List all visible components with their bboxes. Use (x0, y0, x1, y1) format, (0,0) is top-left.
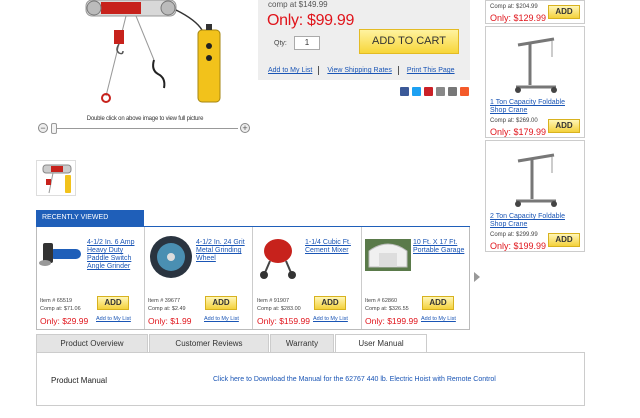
recent-item: 1-1/4 Cubic Ft. Cement Mixer Item # 9190… (254, 227, 362, 329)
product-thumbnail[interactable] (36, 160, 76, 196)
recent-item-name[interactable]: 4-1/2 In. 6 Amp Heavy Duty Paddle Switch… (87, 239, 143, 271)
related-item-card: Comp at: $204.99 Only: $129.99 ADD (485, 0, 585, 24)
tab-warranty[interactable]: Warranty (270, 334, 334, 352)
recent-item-price: Only: $159.99 (257, 316, 310, 326)
divider (397, 66, 399, 75)
recent-item-name[interactable]: 10 Ft. X 17 Ft. Portable Garage (413, 239, 469, 255)
related-item-name[interactable]: 2 Ton Capacity Foldable Shop Crane (490, 213, 574, 229)
related-sale-price: Only: $129.99 (490, 13, 547, 23)
qty-label: Qty: (274, 40, 287, 47)
tab-user-manual[interactable]: User Manual (335, 334, 427, 353)
product-action-links: Add to My List View Shipping Rates Print T… (268, 66, 461, 75)
product-manual-label: Product Manual (51, 376, 108, 385)
cement-mixer-image[interactable] (256, 235, 302, 279)
related-comp-price: Comp at: $299.99 (490, 232, 538, 238)
add-button[interactable]: ADD (548, 5, 580, 19)
recent-item-number: Item # 91907 (257, 298, 290, 304)
tab-customer-reviews[interactable]: Customer Reviews (149, 334, 269, 352)
related-sale-price: Only: $179.99 (490, 127, 547, 137)
add-to-my-list-link[interactable]: Add to My List (96, 316, 131, 322)
twitter-icon[interactable] (412, 87, 421, 96)
comp-price: comp at $149.99 (268, 0, 328, 9)
portable-garage-image[interactable] (365, 239, 411, 271)
related-comp-price: Comp at: $204.99 (490, 4, 538, 10)
add-to-cart-button[interactable]: ADD TO CART (359, 29, 459, 54)
recent-item-comp: Comp at: $326.55 (365, 306, 409, 312)
zoom-slider-handle[interactable] (51, 123, 57, 134)
add-button[interactable]: ADD (314, 296, 346, 310)
recent-item-comp: Comp at: $283.00 (257, 306, 301, 312)
shop-crane-image[interactable] (508, 35, 564, 95)
email-icon[interactable] (436, 87, 445, 96)
add-to-my-list-link[interactable]: Add to My List (268, 67, 312, 74)
recent-item-number: Item # 39677 (148, 298, 181, 304)
recent-item: 4-1/2 In. 24 Grit Metal Grinding Wheel I… (145, 227, 253, 329)
related-item-name[interactable]: 1 Ton Capacity Foldable Shop Crane (490, 99, 574, 115)
recent-item-price: Only: $1.99 (148, 316, 192, 326)
zoom-in-button[interactable]: + (240, 123, 250, 133)
related-item-card: 2 Ton Capacity Foldable Shop Crane Comp … (485, 140, 585, 252)
recently-viewed-title: RECENTLY VIEWED (36, 210, 144, 226)
recent-item-price: Only: $29.99 (40, 316, 89, 326)
add-to-my-list-link[interactable]: Add to My List (421, 316, 456, 322)
add-button[interactable]: ADD (548, 119, 580, 133)
tab-product-overview[interactable]: Product Overview (36, 334, 148, 352)
grinding-wheel-image[interactable] (147, 235, 193, 279)
hoist-thumbnail-image (42, 164, 72, 194)
view-shipping-rates-link[interactable]: View Shipping Rates (327, 67, 391, 74)
angle-grinder-image[interactable] (39, 237, 85, 271)
zoom-out-button[interactable]: − (38, 123, 48, 133)
zoom-caption: Double click on above image to view full… (86, 116, 204, 122)
shop-crane-image[interactable] (508, 149, 564, 209)
recent-item-comp: Comp at: $71.06 (40, 306, 81, 312)
recent-item-comp: Comp at: $2.49 (148, 306, 186, 312)
divider (318, 66, 320, 75)
related-comp-price: Comp at: $269.00 (490, 118, 538, 124)
related-sale-price: Only: $199.99 (490, 241, 547, 251)
recent-item-name[interactable]: 1-1/4 Cubic Ft. Cement Mixer (305, 239, 361, 255)
add-to-my-list-link[interactable]: Add to My List (204, 316, 239, 322)
download-manual-link[interactable]: Click here to Download the Manual for th… (213, 376, 496, 383)
more-share-icon[interactable] (460, 87, 469, 96)
recent-item-price: Only: $199.99 (365, 316, 418, 326)
electric-hoist-image (36, 0, 248, 106)
recent-item-number: Item # 65519 (40, 298, 73, 304)
next-arrow-icon[interactable] (474, 272, 480, 282)
product-main-image[interactable] (36, 0, 248, 106)
pinterest-icon[interactable] (424, 87, 433, 96)
recent-item: 4-1/2 In. 6 Amp Heavy Duty Paddle Switch… (37, 227, 145, 329)
print-icon[interactable] (448, 87, 457, 96)
zoom-slider-track[interactable] (52, 128, 238, 129)
add-to-my-list-link[interactable]: Add to My List (313, 316, 348, 322)
add-button[interactable]: ADD (205, 296, 237, 310)
related-item-card: 1 Ton Capacity Foldable Shop Crane Comp … (485, 26, 585, 138)
add-button[interactable]: ADD (422, 296, 454, 310)
recent-item-number: Item # 62860 (365, 298, 398, 304)
qty-input[interactable]: 1 (294, 36, 320, 50)
recent-item-name[interactable]: 4-1/2 In. 24 Grit Metal Grinding Wheel (196, 239, 252, 263)
print-this-page-link[interactable]: Print This Page (407, 67, 455, 74)
add-button[interactable]: ADD (548, 233, 580, 247)
sale-price: Only: $99.99 (267, 12, 355, 29)
facebook-icon[interactable] (400, 87, 409, 96)
add-button[interactable]: ADD (97, 296, 129, 310)
share-icons (400, 87, 469, 96)
recent-item: 10 Ft. X 17 Ft. Portable Garage Item # 6… (362, 227, 470, 329)
